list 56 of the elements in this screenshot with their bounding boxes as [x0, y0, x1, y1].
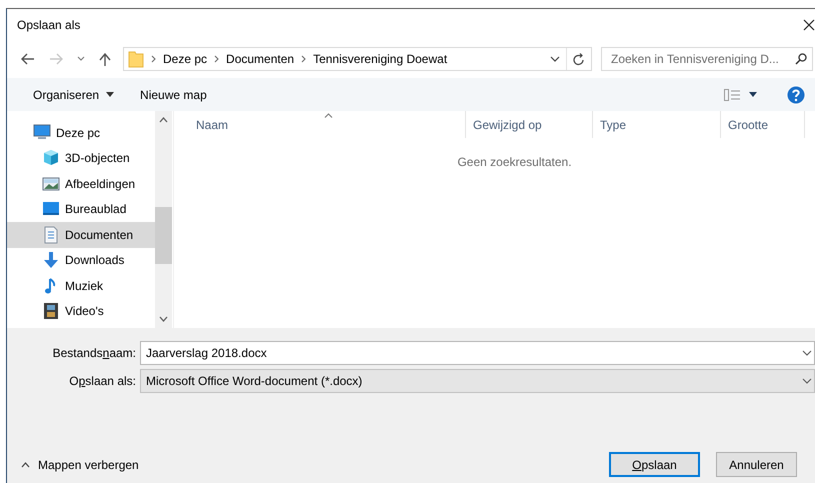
chevron-down-icon	[802, 378, 812, 384]
chevron-right-icon[interactable]	[151, 55, 156, 63]
chevron-up-icon	[21, 462, 30, 468]
picture-icon	[42, 174, 60, 193]
search-field[interactable]: Zoeken in Tennisvereniging D...	[601, 47, 813, 71]
sidebar-item[interactable]: Documenten	[7, 222, 155, 248]
column-header[interactable]: Type	[593, 111, 721, 138]
sidebar-item[interactable]: Bureaublad	[7, 196, 155, 222]
chevron-down-icon[interactable]	[77, 56, 85, 62]
back-arrow-icon[interactable]	[21, 53, 35, 65]
sidebar-item[interactable]: Afbeeldingen	[7, 171, 155, 196]
empty-message: Geen zoekresultaten.	[456, 155, 573, 169]
breadcrumb[interactable]: Deze pc	[163, 52, 208, 66]
column-header[interactable]: Grootte	[721, 111, 805, 138]
chevron-right-icon[interactable]	[301, 55, 306, 63]
sidebar-item[interactable]: Deze pc	[7, 120, 155, 146]
document-icon	[42, 226, 60, 244]
scrollbar[interactable]	[155, 111, 172, 328]
caret-down-icon[interactable]	[749, 92, 757, 97]
film-icon	[42, 302, 60, 320]
up-arrow-icon[interactable]	[99, 52, 111, 66]
hide-folders-button[interactable]: Mappen verbergen	[21, 458, 139, 472]
organise-button[interactable]: Organiseren	[27, 86, 120, 104]
chevron-right-icon[interactable]	[214, 55, 220, 63]
scroll-down-icon[interactable]	[159, 316, 168, 322]
chevron-down-icon[interactable]	[550, 56, 560, 62]
sidebar-item[interactable]: Video's	[7, 298, 155, 324]
scrollbar-thumb[interactable]	[155, 207, 172, 264]
breadcrumb[interactable]: Tennisvereniging Doewat	[313, 52, 448, 66]
file-type-dropdown[interactable]: Microsoft Office Word-document (*.docx)	[140, 369, 815, 393]
refresh-icon[interactable]	[573, 52, 585, 66]
close-icon[interactable]	[803, 19, 815, 31]
help-icon[interactable]	[787, 86, 805, 104]
sidebar-item[interactable]: Muziek	[7, 273, 155, 298]
field-label: Bestandsnaam:	[52, 346, 137, 360]
sidebar-item[interactable]: Downloads	[7, 248, 155, 273]
column-header[interactable]: Naam	[174, 111, 466, 138]
folder-icon	[128, 50, 144, 68]
field-label: Opslaan als:	[68, 374, 137, 388]
sidebar-item[interactable]: 3D-objecten	[7, 146, 155, 171]
scroll-up-icon[interactable]	[159, 117, 168, 123]
view-options-icon[interactable]	[724, 88, 740, 100]
download-arrow-icon	[42, 251, 60, 270]
dialog-button[interactable]: Annuleren	[716, 452, 797, 477]
dialog-button[interactable]: Opslaan	[609, 452, 700, 477]
filename-field[interactable]: Jaarverslag 2018.docx	[140, 341, 815, 365]
cube-icon	[42, 149, 60, 168]
chevron-down-icon	[802, 350, 812, 356]
new-folder-button[interactable]: Nieuwe map	[134, 86, 213, 104]
breadcrumb[interactable]: Documenten	[226, 52, 294, 66]
window-title: Opslaan als	[17, 18, 80, 32]
caret-down-icon	[106, 92, 114, 97]
search-icon[interactable]	[795, 53, 807, 65]
computer-icon	[33, 124, 51, 142]
column-header[interactable]: Gewijzigd op	[466, 111, 593, 138]
address-bar[interactable]: Deze pc Documenten Tennisvereniging Doewat	[123, 47, 592, 71]
